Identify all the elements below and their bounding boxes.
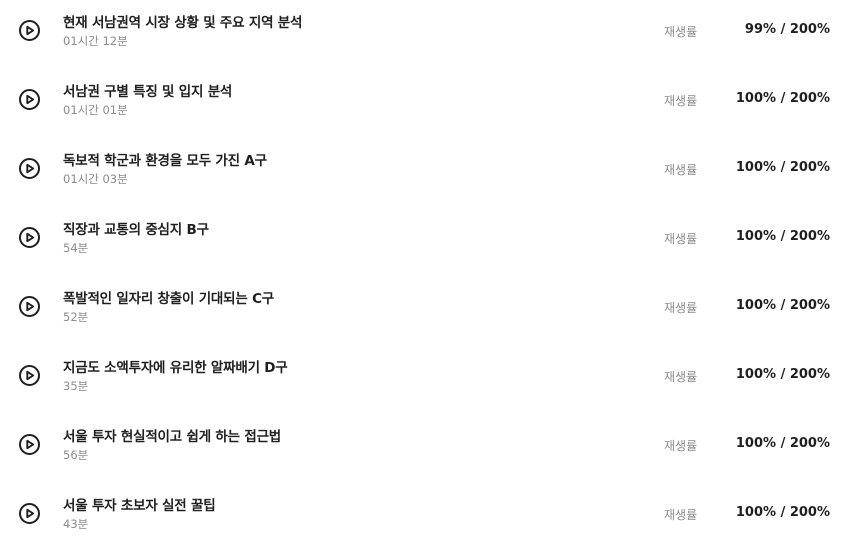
lecture-duration: 56분	[63, 448, 89, 462]
playback-rate-value: 100% / 200%	[735, 436, 830, 451]
play-circle-icon[interactable]	[19, 503, 40, 524]
lecture-row[interactable]: 독보적 학군과 환경을 모두 가진 A구 01시간 03분 재생률 100% /…	[0, 138, 856, 207]
play-circle-icon[interactable]	[19, 20, 40, 41]
lecture-title[interactable]: 서남권 구별 특징 및 입지 분석	[63, 80, 232, 100]
lecture-duration: 43분	[63, 517, 89, 531]
lecture-title[interactable]: 독보적 학군과 환경을 모두 가진 A구	[63, 149, 267, 169]
playback-rate-value: 100% / 200%	[735, 298, 830, 313]
playback-rate-label: 재생률	[664, 25, 698, 39]
lecture-duration: 52분	[63, 310, 89, 324]
playback-rate-label: 재생률	[664, 232, 698, 246]
lecture-list: 현재 서남권역 시장 상황 및 주요 지역 분석 01시간 12분 재생률 99…	[0, 0, 856, 546]
lecture-duration: 01시간 03분	[63, 172, 128, 186]
playback-rate-label: 재생률	[664, 163, 698, 177]
lecture-row[interactable]: 폭발적인 일자리 창출이 기대되는 C구 52분 재생률 100% / 200%	[0, 276, 856, 345]
playback-rate-label: 재생률	[664, 94, 698, 108]
lecture-duration: 01시간 12분	[63, 34, 128, 48]
playback-rate-label: 재생률	[664, 370, 698, 384]
lecture-duration: 35분	[63, 379, 89, 393]
play-circle-icon[interactable]	[19, 434, 40, 455]
lecture-row[interactable]: 서울 투자 초보자 실전 꿀팁 43분 재생률 100% / 200%	[0, 483, 856, 552]
playback-rate-label: 재생률	[664, 508, 698, 522]
lecture-title[interactable]: 지금도 소액투자에 유리한 알짜배기 D구	[63, 356, 288, 376]
playback-rate-label: 재생률	[664, 439, 698, 453]
playback-rate-label: 재생률	[664, 301, 698, 315]
play-circle-icon[interactable]	[19, 158, 40, 179]
lecture-row[interactable]: 현재 서남권역 시장 상황 및 주요 지역 분석 01시간 12분 재생률 99…	[0, 0, 856, 69]
lecture-row[interactable]: 직장과 교통의 중심지 B구 54분 재생률 100% / 200%	[0, 207, 856, 276]
playback-rate-value: 100% / 200%	[735, 229, 830, 244]
play-circle-icon[interactable]	[19, 365, 40, 386]
playback-rate-value: 100% / 200%	[735, 160, 830, 175]
lecture-duration: 54분	[63, 241, 89, 255]
lecture-row[interactable]: 지금도 소액투자에 유리한 알짜배기 D구 35분 재생률 100% / 200…	[0, 345, 856, 414]
playback-rate-value: 100% / 200%	[735, 505, 830, 520]
lecture-title[interactable]: 서울 투자 초보자 실전 꿀팁	[63, 494, 216, 514]
lecture-row[interactable]: 서남권 구별 특징 및 입지 분석 01시간 01분 재생률 100% / 20…	[0, 69, 856, 138]
playback-rate-value: 100% / 200%	[735, 91, 830, 106]
lecture-row[interactable]: 서울 투자 현실적이고 쉽게 하는 접근법 56분 재생률 100% / 200…	[0, 414, 856, 483]
playback-rate-value: 100% / 200%	[735, 367, 830, 382]
lecture-title[interactable]: 직장과 교통의 중심지 B구	[63, 218, 209, 238]
playback-rate-value: 99% / 200%	[744, 22, 830, 37]
lecture-duration: 01시간 01분	[63, 103, 128, 117]
lecture-title[interactable]: 현재 서남권역 시장 상황 및 주요 지역 분석	[63, 11, 302, 31]
play-circle-icon[interactable]	[19, 89, 40, 110]
lecture-title[interactable]: 폭발적인 일자리 창출이 기대되는 C구	[63, 287, 274, 307]
lecture-title[interactable]: 서울 투자 현실적이고 쉽게 하는 접근법	[63, 425, 281, 445]
play-circle-icon[interactable]	[19, 227, 40, 248]
play-circle-icon[interactable]	[19, 296, 40, 317]
